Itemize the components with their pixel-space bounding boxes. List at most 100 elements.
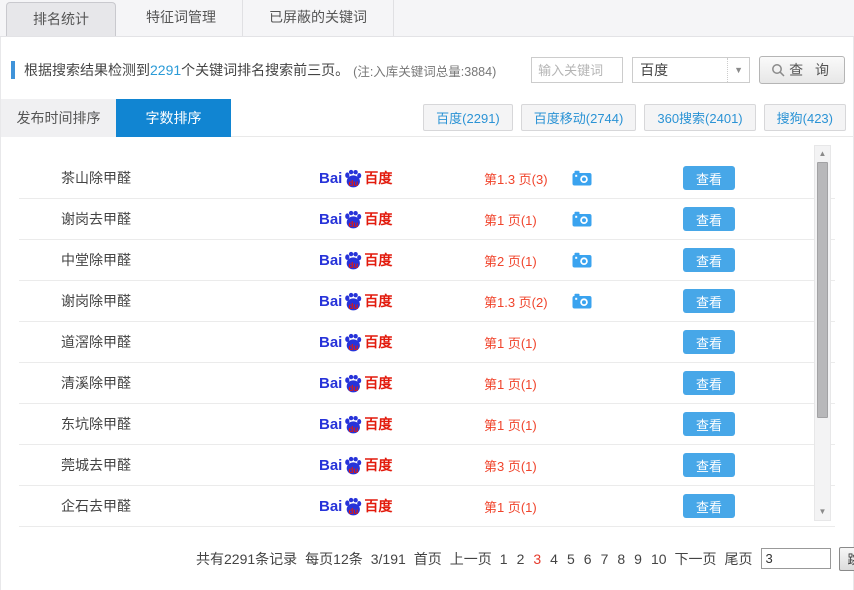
camera-icon[interactable]	[572, 252, 592, 268]
page-link-5[interactable]: 5	[567, 551, 575, 567]
filter-baidu-mobile-button[interactable]: 百度移动(2744)	[520, 104, 637, 131]
engine-select[interactable]: 百度 ▼	[632, 57, 751, 83]
baidu-logo-icon: Bai du 百度	[319, 497, 393, 516]
search-icon	[772, 64, 785, 77]
summary-text: 根据搜索结果检测到 2291 个关键词排名搜索前三页。 (注:入库关键词总量:388…	[11, 60, 496, 80]
keyword-label: 谢岗去甲醛	[61, 211, 131, 227]
keyword-count: 2291	[150, 62, 182, 78]
tab-sort-by-wordcount[interactable]: 字数排序	[116, 98, 231, 137]
baidu-logo-icon: Bai du 百度	[319, 169, 393, 188]
keyword-label: 东坑除甲醛	[61, 416, 131, 432]
view-button[interactable]: 查看	[683, 289, 735, 313]
page-indicator: 3/191	[370, 550, 406, 567]
search-controls: 百度 ▼ 查 询	[531, 56, 845, 84]
scroll-up-icon[interactable]: ▲	[815, 147, 830, 161]
page-link-2[interactable]: 2	[517, 551, 525, 567]
summary-suffix: 个关键词排名搜索前三页。	[181, 62, 350, 78]
query-button[interactable]: 查 询	[759, 56, 845, 84]
chevron-down-icon: ▼	[727, 58, 749, 82]
rank-label: 第1.3 页(3)	[484, 171, 548, 187]
sort-tab-bar: 发布时间排序 字数排序 百度(2291) 百度移动(2744) 360搜索(24…	[1, 98, 853, 137]
rank-label: 第1 页(1)	[484, 417, 537, 433]
engine-filter-buttons: 百度(2291) 百度移动(2744) 360搜索(2401) 搜狗(423)	[423, 104, 853, 131]
rank-label: 第1 页(1)	[484, 499, 537, 515]
baidu-paw-icon: du	[343, 456, 363, 475]
search-input[interactable]	[531, 57, 624, 83]
jump-page-input[interactable]	[760, 548, 831, 569]
table-row: 清溪除甲醛 Bai du 百度 第1 页(1) 查看	[19, 363, 835, 404]
keyword-label: 清溪除甲醛	[61, 375, 131, 391]
page-link-9[interactable]: 9	[634, 551, 642, 567]
page-link-7[interactable]: 7	[601, 551, 609, 567]
filter-baidu-button[interactable]: 百度(2291)	[423, 104, 513, 131]
rank-label: 第1.3 页(2)	[484, 294, 548, 310]
baidu-paw-icon: du	[343, 292, 363, 311]
keyword-label: 莞城去甲醛	[61, 457, 131, 473]
page-link-6[interactable]: 6	[584, 551, 592, 567]
query-button-label: 查 询	[789, 62, 833, 78]
table-row: 莞城去甲醛 Bai du 百度 第3 页(1) 查看	[19, 445, 835, 486]
baidu-paw-icon: du	[343, 210, 363, 229]
engine-select-value: 百度	[640, 62, 669, 78]
summary-prefix: 根据搜索结果检测到	[24, 62, 150, 78]
baidu-paw-icon: du	[343, 374, 363, 393]
rank-label: 第1 页(1)	[484, 335, 537, 351]
keyword-table: 茶山除甲醛 Bai du 百度 第1.3 页(3) 查看 谢岗去甲醛 Bai du 百度…	[1, 137, 853, 536]
info-row: 根据搜索结果检测到 2291 个关键词排名搜索前三页。 (注:入库关键词总量:388…	[1, 37, 853, 99]
view-button[interactable]: 查看	[683, 248, 735, 272]
keyword-label: 谢岗除甲醛	[61, 293, 131, 309]
pagination-bar: 共有2291条记录 每页12条 3/191 首页 上一页 1 2 3 4 5 6 7 8 9 10…	[1, 536, 854, 581]
content-panel: 根据搜索结果检测到 2291 个关键词排名搜索前三页。 (注:入库关键词总量:388…	[0, 37, 854, 590]
page-link-10[interactable]: 10	[651, 551, 667, 567]
rank-label: 第1 页(1)	[484, 212, 537, 228]
view-button[interactable]: 查看	[683, 166, 735, 190]
keyword-label: 企石去甲醛	[61, 498, 131, 514]
main-tab-bar: 排名统计 特征词管理 已屏蔽的关键词	[0, 0, 854, 37]
baidu-paw-icon: du	[343, 497, 363, 516]
scroll-down-icon[interactable]: ▼	[815, 505, 830, 519]
accent-bar	[11, 61, 15, 79]
tab-sort-by-time[interactable]: 发布时间排序	[1, 98, 116, 137]
page-link-4[interactable]: 4	[550, 551, 558, 567]
scrollbar[interactable]: ▲ ▼	[814, 145, 831, 521]
rank-label: 第2 页(1)	[484, 253, 537, 269]
page-number-links: 1 2 3 4 5 6 7 8 9 10	[500, 551, 667, 567]
keyword-label: 中堂除甲醛	[61, 252, 131, 268]
per-page-label: 每页12条	[305, 550, 363, 567]
first-page-link[interactable]: 首页	[414, 549, 442, 569]
filter-360-button[interactable]: 360搜索(2401)	[644, 104, 756, 131]
jump-button[interactable]: 跳转	[838, 546, 854, 571]
view-button[interactable]: 查看	[683, 207, 735, 231]
baidu-logo-icon: Bai du 百度	[319, 333, 393, 352]
view-button[interactable]: 查看	[683, 412, 735, 436]
table-row: 中堂除甲醛 Bai du 百度 第2 页(1) 查看	[19, 240, 835, 281]
table-row: 谢岗去甲醛 Bai du 百度 第1 页(1) 查看	[19, 199, 835, 240]
view-button[interactable]: 查看	[683, 371, 735, 395]
baidu-logo-icon: Bai du 百度	[319, 415, 393, 434]
record-count-label: 共有2291条记录	[196, 550, 298, 567]
page-link-1[interactable]: 1	[500, 551, 508, 567]
page-link-3[interactable]: 3	[533, 551, 541, 567]
camera-icon[interactable]	[572, 293, 592, 309]
prev-page-link[interactable]: 上一页	[450, 549, 492, 569]
table-row: 企石去甲醛 Bai du 百度 第1 页(1) 查看	[19, 486, 835, 527]
next-page-link[interactable]: 下一页	[675, 549, 717, 569]
keyword-label: 道滘除甲醛	[61, 334, 131, 350]
filter-sogou-button[interactable]: 搜狗(423)	[763, 104, 846, 131]
camera-icon[interactable]	[572, 211, 592, 227]
tab-ranking-stats[interactable]: 排名统计	[6, 2, 116, 36]
sort-tabs: 发布时间排序 字数排序	[1, 98, 231, 137]
rank-label: 第3 页(1)	[484, 458, 537, 474]
view-button[interactable]: 查看	[683, 330, 735, 354]
tab-blocked-keywords[interactable]: 已屏蔽的关键词	[243, 0, 394, 36]
view-button[interactable]: 查看	[683, 494, 735, 518]
last-page-link[interactable]: 尾页	[725, 549, 753, 569]
view-button[interactable]: 查看	[683, 453, 735, 477]
page-link-8[interactable]: 8	[617, 551, 625, 567]
baidu-logo-icon: Bai du 百度	[319, 210, 393, 229]
scrollbar-thumb[interactable]	[817, 162, 828, 418]
keyword-label: 茶山除甲醛	[61, 170, 131, 186]
tab-feature-words[interactable]: 特征词管理	[120, 0, 243, 36]
table-row: 茶山除甲醛 Bai du 百度 第1.3 页(3) 查看	[19, 158, 835, 199]
camera-icon[interactable]	[572, 170, 592, 186]
